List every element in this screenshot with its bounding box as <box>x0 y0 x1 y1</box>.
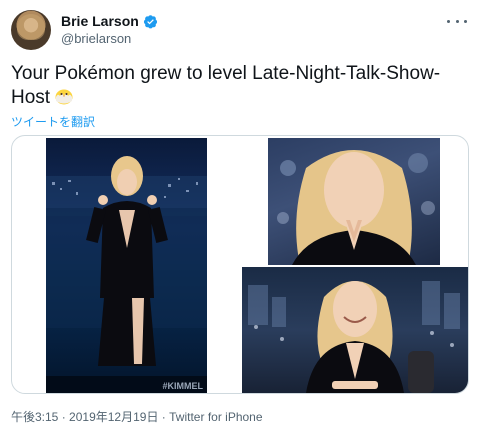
photo-1[interactable]: #KIMMEL <box>46 138 207 393</box>
footer-separator-2: · <box>161 410 166 424</box>
footer-separator: · <box>61 410 66 424</box>
name-row: Brie Larson <box>61 13 158 29</box>
photo-2[interactable] <box>268 138 440 265</box>
tweet-client[interactable]: Twitter for iPhone <box>169 410 262 424</box>
chick-emoji-icon <box>54 87 74 105</box>
kimmel-watermark: #KIMMEL <box>163 381 204 391</box>
photo-3[interactable] <box>242 267 468 393</box>
translate-tweet-link[interactable]: ツイートを翻訳 <box>11 113 95 130</box>
tweet-header: Brie Larson @brielarson <box>11 9 471 51</box>
tweet-date[interactable]: 2019年12月19日 <box>69 410 158 424</box>
media-grid: #KIMMEL <box>11 135 469 394</box>
verified-badge-icon <box>143 14 158 29</box>
tweet-body: Your Pokémon grew to level Late-Night-Ta… <box>11 63 441 108</box>
display-name[interactable]: Brie Larson <box>61 13 139 29</box>
avatar[interactable] <box>11 10 51 50</box>
tweet-text: Your Pokémon grew to level Late-Night-Ta… <box>11 62 469 110</box>
user-handle[interactable]: @brielarson <box>61 31 131 46</box>
more-options-icon[interactable] <box>447 15 467 27</box>
tweet-time[interactable]: 午後3:15 <box>11 410 58 424</box>
tweet-footer: 午後3:15 · 2019年12月19日 · Twitter for iPhon… <box>11 408 263 425</box>
